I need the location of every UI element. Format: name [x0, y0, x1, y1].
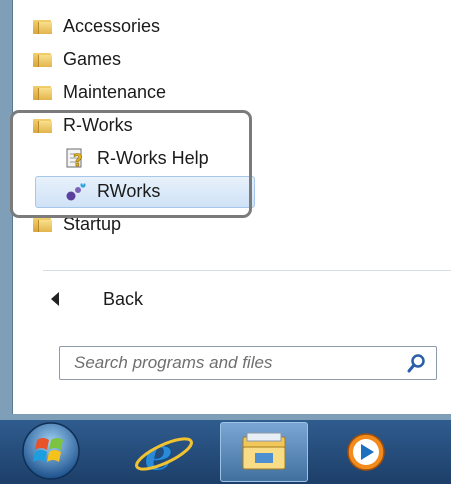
internet-explorer-icon: e [135, 427, 193, 482]
folder-icon [33, 18, 52, 34]
callout-frame [10, 110, 252, 218]
back-label: Back [103, 288, 144, 309]
search-box[interactable] [59, 346, 437, 380]
folder-icon [33, 216, 52, 232]
windows-explorer-icon [242, 432, 286, 470]
folder-games[interactable]: Games [33, 45, 121, 73]
taskbar: e [0, 420, 451, 484]
back-arrow-icon [51, 292, 59, 306]
folder-maintenance[interactable]: Maintenance [33, 78, 166, 106]
folder-icon [33, 84, 52, 100]
taskbar-internet-explorer[interactable]: e [118, 422, 206, 482]
search-input[interactable] [72, 352, 406, 374]
folder-label: Games [63, 48, 122, 69]
media-player-icon [347, 433, 385, 471]
taskbar-media-player[interactable] [322, 422, 410, 482]
search-icon[interactable] [406, 352, 428, 374]
back-button[interactable]: Back [51, 285, 143, 313]
taskbar-windows-explorer[interactable] [220, 422, 308, 482]
menu-separator [43, 270, 451, 271]
folder-label: Accessories [63, 15, 161, 36]
folder-icon [33, 51, 52, 67]
windows-start-orb-icon[interactable] [20, 420, 82, 482]
folder-label: Maintenance [63, 81, 167, 102]
folder-accessories[interactable]: Accessories [33, 12, 160, 40]
